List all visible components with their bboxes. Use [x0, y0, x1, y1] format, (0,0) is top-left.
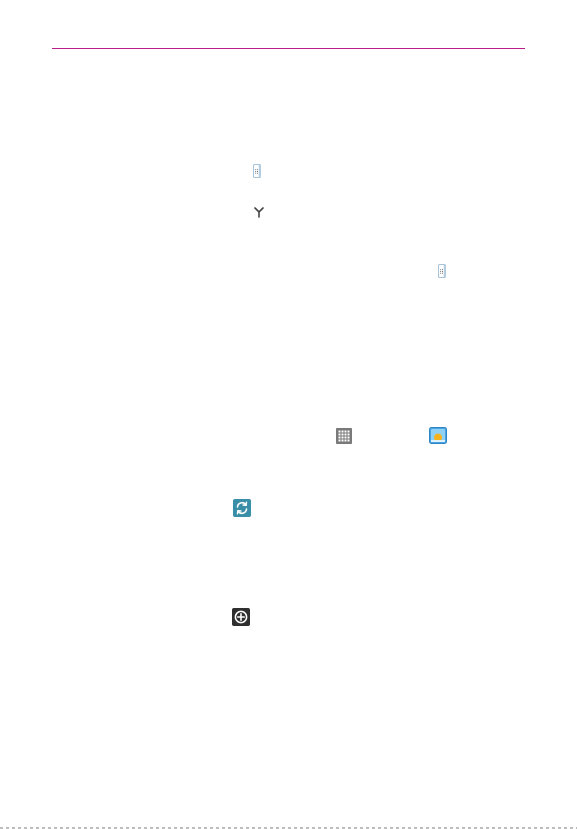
sync-icon — [233, 499, 251, 517]
header-rule — [52, 48, 525, 49]
gallery-icon — [429, 427, 447, 444]
merge-icon — [254, 207, 264, 218]
apps-grid-icon — [336, 428, 352, 444]
menu-icon — [253, 164, 261, 178]
add-circle-icon — [232, 608, 250, 626]
menu-icon — [438, 264, 446, 278]
